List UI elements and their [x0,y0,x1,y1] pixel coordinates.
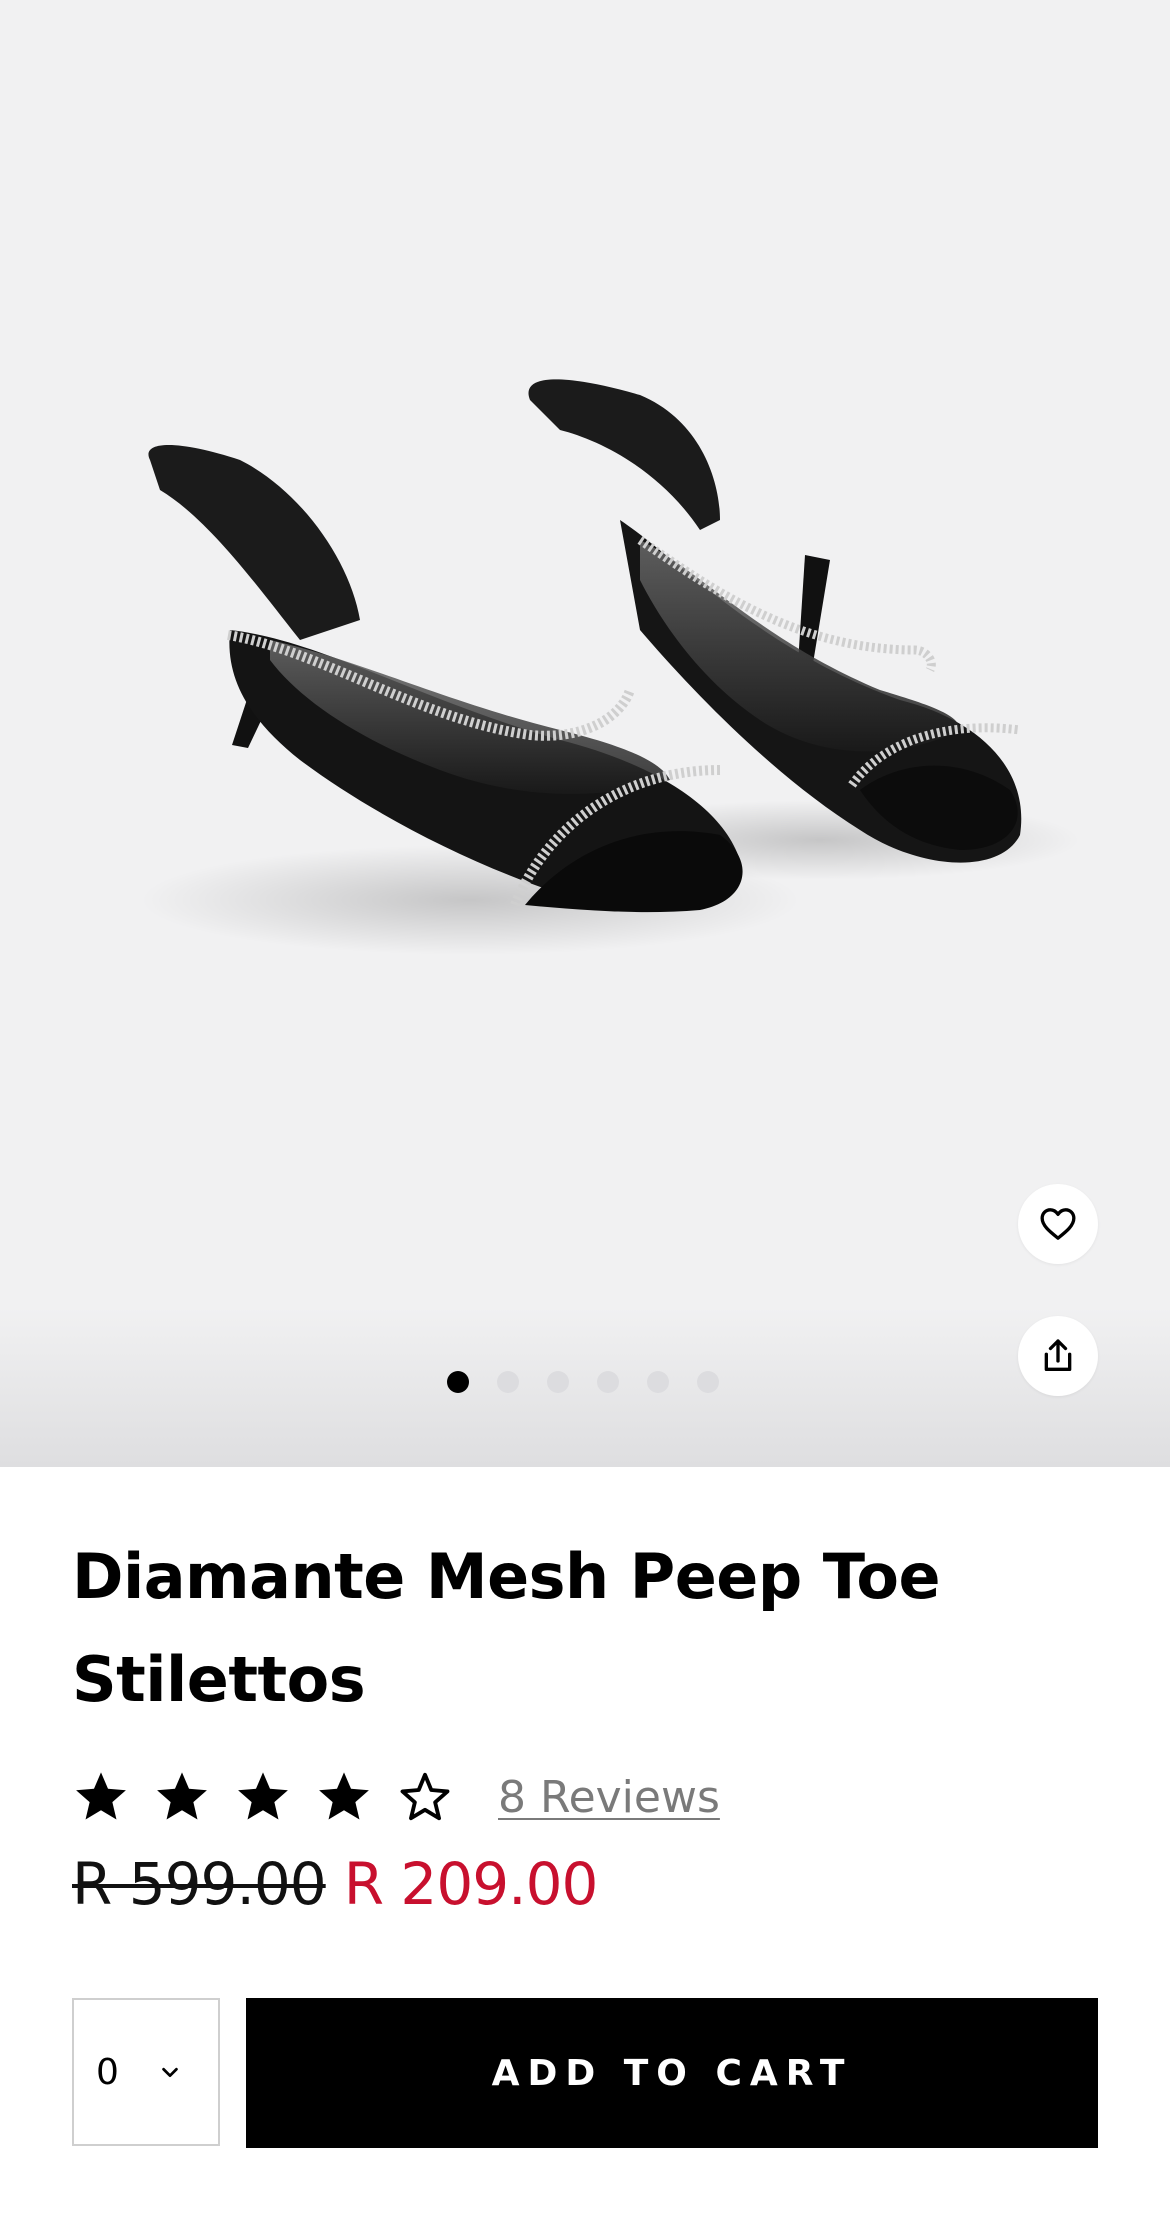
product-photo [140,379,1080,955]
quantity-select[interactable]: 0 [72,1998,220,2146]
wishlist-button[interactable] [1018,1184,1098,1264]
heart-icon [1040,1208,1076,1240]
share-icon [1044,1339,1072,1371]
add-to-cart-button[interactable]: ADD TO CART [246,1998,1098,2148]
star-filled-icon [238,1772,288,1820]
left-shoe [148,445,743,913]
star-rating [72,1768,454,1826]
reviews-link[interactable]: 8 Reviews [498,1772,720,1823]
gallery-dot[interactable] [547,1371,569,1393]
gallery-dot[interactable] [497,1371,519,1393]
gallery-pagination [447,1371,719,1393]
star-filled-icon [319,1772,369,1820]
chevron-down-icon [162,2067,178,2078]
star-empty-icon [400,1772,450,1821]
gallery-dot[interactable] [597,1371,619,1393]
product-page: Diamante Mesh Peep Toe Stilettos 8 Revie… [0,0,1170,2220]
share-button[interactable] [1018,1316,1098,1396]
product-image-gallery[interactable] [0,0,1170,1467]
star-filled-icon [157,1772,207,1820]
original-price: R 599.00 [72,1850,327,1918]
product-title: Diamante Mesh Peep Toe Stilettos [72,1540,941,1716]
sale-price: R 209.00 [343,1850,599,1918]
gallery-dot[interactable] [697,1371,719,1393]
gallery-dot[interactable] [647,1371,669,1393]
quantity-value: 0 [96,2051,119,2093]
rating-row: 8 Reviews [72,1762,720,1832]
star-filled-icon [76,1772,126,1820]
gallery-dot[interactable] [447,1371,469,1393]
price-row: R 599.00 R 209.00 [72,1850,599,1918]
